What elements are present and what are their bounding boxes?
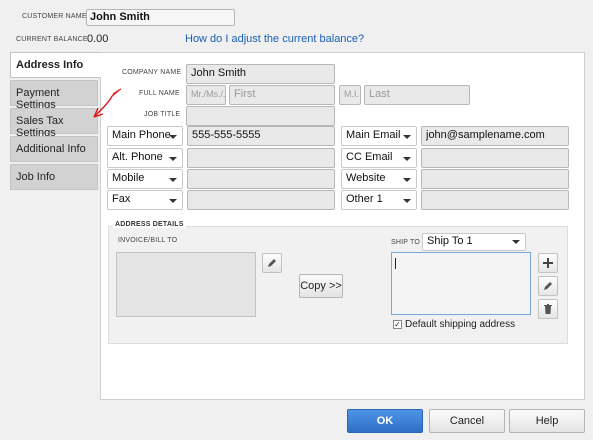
adjust-balance-link[interactable]: How do I adjust the current balance? xyxy=(185,33,364,45)
contact-type-3-label: Website xyxy=(346,172,386,184)
customer-name-label: CUSTOMER NAME xyxy=(22,13,87,20)
default-shipping-label: Default shipping address xyxy=(405,319,516,330)
phone-type-1-label: Main Phone xyxy=(112,129,171,141)
ship-to-label: SHIP TO xyxy=(391,239,421,246)
edit-bill-to-button[interactable] xyxy=(262,253,282,273)
chevron-down-icon xyxy=(169,178,177,182)
phone-type-3-label: Mobile xyxy=(112,172,145,184)
contact-field-2[interactable] xyxy=(421,148,569,168)
chevron-down-icon xyxy=(403,199,411,203)
first-name-placeholder: First xyxy=(234,88,256,100)
contact-type-select-3[interactable]: Website xyxy=(341,169,417,189)
middle-initial-field[interactable]: M.I. xyxy=(339,85,361,105)
customer-name-field[interactable]: John Smith xyxy=(86,9,235,26)
contact-field-3[interactable] xyxy=(421,169,569,189)
address-details-label: ADDRESS DETAILS xyxy=(113,221,186,228)
tab-job-info[interactable]: Job Info xyxy=(10,164,98,190)
contact-field-1[interactable]: john@samplename.com xyxy=(421,126,569,146)
chevron-down-icon xyxy=(403,178,411,182)
contact-type-select-2[interactable]: CC Email xyxy=(341,148,417,168)
first-name-field[interactable]: First xyxy=(229,85,335,105)
invoice-bill-to-textarea[interactable] xyxy=(116,252,256,317)
job-title-label: JOB TITLE xyxy=(144,111,181,118)
tab-address-info[interactable]: Address Info xyxy=(10,52,101,78)
title-field[interactable]: Mr./Ms./... xyxy=(186,85,226,105)
header: CUSTOMER NAME John Smith CURRENT BALANCE… xyxy=(0,0,593,50)
tab-job-info-label: Job Info xyxy=(16,171,56,183)
chevron-down-icon xyxy=(169,135,177,139)
current-balance-value: 0.00 xyxy=(87,33,109,45)
invoice-bill-to-label: INVOICE/BILL TO xyxy=(118,237,178,244)
edit-ship-to-button[interactable] xyxy=(538,276,558,296)
chevron-down-icon xyxy=(169,157,177,161)
company-name-label: COMPANY NAME xyxy=(122,69,182,76)
chevron-down-icon xyxy=(403,157,411,161)
pencil-icon xyxy=(544,282,552,290)
add-ship-to-button[interactable] xyxy=(538,253,558,273)
current-balance-label: CURRENT BALANCE xyxy=(16,36,88,43)
tab-additional-info[interactable]: Additional Info xyxy=(10,136,98,162)
phone-type-select-1[interactable]: Main Phone xyxy=(107,126,183,146)
company-name-field[interactable]: John Smith xyxy=(186,64,335,84)
plus-icon xyxy=(543,258,553,268)
job-title-field[interactable] xyxy=(186,106,335,126)
contact-type-select-1[interactable]: Main Email xyxy=(341,126,417,146)
copy-address-button[interactable]: Copy >> xyxy=(299,274,343,298)
middle-initial-placeholder: M.I. xyxy=(344,89,359,99)
contact-type-select-4[interactable]: Other 1 xyxy=(341,190,417,210)
cancel-button[interactable]: Cancel xyxy=(429,409,505,433)
full-name-label: FULL NAME xyxy=(139,90,180,97)
default-shipping-checkbox[interactable]: ✓ xyxy=(393,320,402,329)
delete-ship-to-button[interactable] xyxy=(538,299,558,319)
ship-to-select-value: Ship To 1 xyxy=(427,235,473,247)
chevron-down-icon xyxy=(512,240,520,244)
help-button[interactable]: Help xyxy=(509,409,585,433)
last-name-placeholder: Last xyxy=(369,88,390,100)
phone-field-2[interactable] xyxy=(187,148,335,168)
phone-type-2-label: Alt. Phone xyxy=(112,151,163,163)
phone-type-select-2[interactable]: Alt. Phone xyxy=(107,148,183,168)
last-name-field[interactable]: Last xyxy=(364,85,470,105)
ship-to-textarea[interactable] xyxy=(391,252,531,315)
phone-type-4-label: Fax xyxy=(112,193,131,205)
contact-type-1-label: Main Email xyxy=(346,129,401,141)
text-cursor xyxy=(395,258,396,269)
contact-field-4[interactable] xyxy=(421,190,569,210)
tab-additional-info-label: Additional Info xyxy=(16,143,86,155)
phone-type-select-4[interactable]: Fax xyxy=(107,190,183,210)
trash-icon xyxy=(544,304,552,314)
phone-type-select-3[interactable]: Mobile xyxy=(107,169,183,189)
title-placeholder: Mr./Ms./... xyxy=(191,89,226,99)
contact-type-4-label: Other 1 xyxy=(346,193,383,205)
pencil-icon xyxy=(268,259,276,267)
chevron-down-icon xyxy=(169,199,177,203)
tab-address-info-label: Address Info xyxy=(16,59,84,71)
ship-to-select[interactable]: Ship To 1 xyxy=(422,233,526,251)
phone-field-1[interactable]: 555-555-5555 xyxy=(187,126,335,146)
contact-type-2-label: CC Email xyxy=(346,151,393,163)
ok-button[interactable]: OK xyxy=(347,409,423,433)
phone-field-3[interactable] xyxy=(187,169,335,189)
phone-field-4[interactable] xyxy=(187,190,335,210)
chevron-down-icon xyxy=(403,135,411,139)
